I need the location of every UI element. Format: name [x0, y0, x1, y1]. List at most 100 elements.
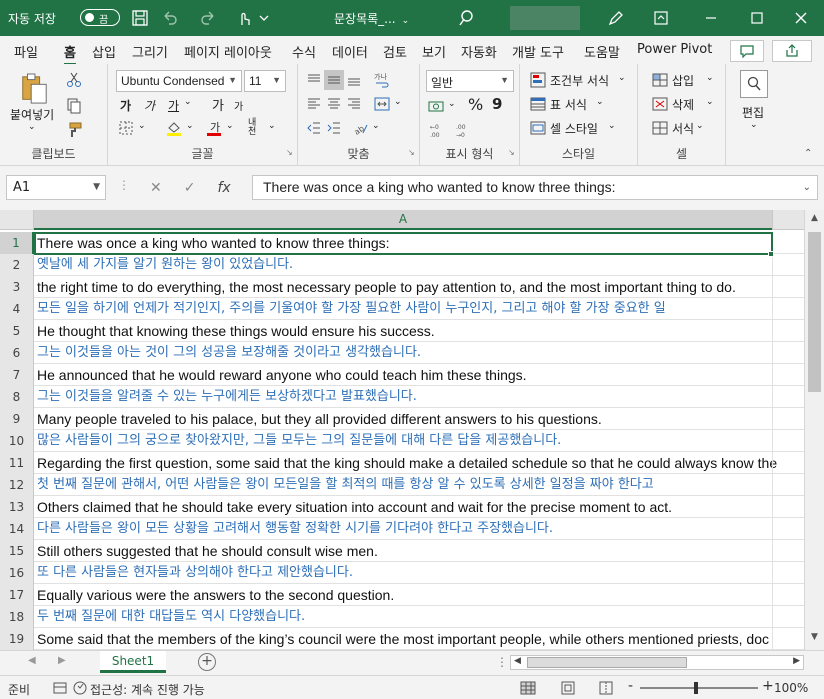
document-title[interactable]: 문장목록_... ⌄ — [334, 10, 409, 27]
row-header[interactable]: 1 — [0, 232, 34, 254]
format-as-table-dropdown-icon[interactable]: ⌄ — [596, 97, 604, 107]
cell-styles-icon[interactable] — [528, 118, 548, 138]
vertical-scroll-thumb[interactable] — [808, 232, 821, 392]
cell-b[interactable] — [772, 540, 773, 562]
grow-font-button[interactable]: 가 — [212, 95, 224, 114]
cell-b[interactable] — [772, 364, 773, 386]
row-header[interactable]: 16 — [0, 562, 34, 584]
cell-b[interactable] — [772, 320, 773, 342]
zoom-slider[interactable] — [640, 682, 758, 694]
cell-a[interactable]: There was once a king who wanted to know… — [37, 232, 804, 254]
increase-indent-icon[interactable] — [324, 118, 344, 138]
confirm-entry-icon[interactable]: ✓ — [184, 180, 196, 196]
tab-draw[interactable]: 그리기 — [132, 42, 168, 61]
formula-input[interactable]: There was once a king who wanted to know… — [252, 175, 818, 200]
tab-help[interactable]: 도움말 — [584, 42, 620, 61]
expand-formula-bar-icon[interactable]: ⌄ — [803, 182, 811, 193]
cell-b[interactable] — [772, 562, 773, 584]
zoom-out-button[interactable]: - — [628, 678, 633, 694]
share-button[interactable] — [772, 40, 812, 62]
merge-center-icon[interactable] — [372, 94, 392, 114]
format-cells-dropdown-icon[interactable]: ⌄ — [696, 121, 704, 131]
cell-b[interactable] — [772, 298, 773, 320]
editing-dropdown-icon[interactable]: ⌄ — [750, 120, 758, 130]
delete-cells-dropdown-icon[interactable]: ⌄ — [706, 97, 714, 107]
cell-a[interactable]: 두 번째 질문에 대한 대답들도 역시 다양했습니다. — [37, 606, 804, 628]
conditional-formatting-icon[interactable] — [528, 70, 548, 90]
editing-label[interactable]: 편집 — [742, 104, 764, 121]
format-as-table-icon[interactable] — [528, 94, 548, 114]
border-icon[interactable] — [116, 118, 136, 138]
delete-cells-icon[interactable] — [650, 94, 670, 114]
paste-label[interactable]: 붙여넣기 — [10, 106, 54, 123]
scroll-left-icon[interactable]: ◀ — [514, 656, 521, 666]
cell-b[interactable] — [772, 584, 773, 606]
cancel-entry-icon[interactable]: ✕ — [150, 180, 162, 196]
row-header[interactable]: 3 — [0, 276, 34, 298]
normal-view-icon[interactable] — [520, 680, 536, 696]
close-icon[interactable] — [786, 6, 816, 30]
comma-style-button[interactable]: 9 — [492, 95, 502, 113]
tab-home[interactable]: 홈 — [64, 42, 76, 66]
cell-b[interactable] — [772, 628, 773, 650]
tab-data[interactable]: 데이터 — [332, 42, 368, 61]
tab-automate[interactable]: 자동화 — [461, 42, 497, 61]
row-header[interactable]: 11 — [0, 452, 34, 474]
row-header[interactable]: 15 — [0, 540, 34, 562]
delete-cells-label[interactable]: 삭제 — [672, 96, 694, 113]
insert-function-icon[interactable]: fx — [217, 180, 230, 196]
zoom-slider-knob[interactable] — [694, 682, 698, 694]
accessibility-icon[interactable] — [72, 680, 88, 696]
next-sheet-icon[interactable]: ▶ — [58, 655, 66, 666]
tab-insert[interactable]: 삽입 — [92, 42, 116, 61]
cell-b[interactable] — [772, 408, 773, 430]
bold-button[interactable]: 가 — [120, 97, 131, 114]
row-header[interactable]: 19 — [0, 628, 34, 650]
cut-icon[interactable] — [64, 70, 84, 90]
row-header[interactable]: 9 — [0, 408, 34, 430]
cell-b[interactable] — [772, 276, 773, 298]
number-dialog-launcher-icon[interactable]: ↘ — [508, 148, 515, 157]
cell-b[interactable] — [772, 496, 773, 518]
align-left-icon[interactable] — [304, 94, 324, 114]
paste-icon[interactable] — [18, 72, 50, 106]
autosave-toggle[interactable]: 끔 — [80, 9, 120, 26]
search-icon[interactable] — [458, 8, 478, 28]
decrease-indent-icon[interactable] — [304, 118, 324, 138]
prev-sheet-icon[interactable]: ◀ — [28, 655, 36, 666]
sheet-tab-sheet1[interactable]: Sheet1 — [100, 651, 166, 673]
phonetic-dropdown-icon[interactable]: ⌄ — [268, 121, 276, 131]
row-header[interactable]: 4 — [0, 298, 34, 320]
touch-mode-icon[interactable] — [234, 8, 254, 28]
tab-view[interactable]: 보기 — [422, 42, 446, 61]
ribbon-display-options-icon[interactable] — [646, 6, 676, 30]
fill-color-icon[interactable] — [164, 118, 184, 138]
row-header[interactable]: 13 — [0, 496, 34, 518]
cell-a[interactable]: He thought that knowing these things wou… — [37, 320, 804, 342]
cell-a[interactable]: 그는 이것들을 아는 것이 그의 성공을 보장해줄 것이라고 생각했습니다. — [37, 342, 804, 364]
row-header[interactable]: 10 — [0, 430, 34, 452]
cell-a[interactable]: Many people traveled to his palace, but … — [37, 408, 804, 430]
minimize-icon[interactable] — [696, 6, 726, 30]
cell-a[interactable]: 또 다른 사람들은 현자들과 상의해야 한다고 제안했습니다. — [37, 562, 804, 584]
accounting-dropdown-icon[interactable]: ⌄ — [448, 99, 456, 109]
orientation-icon[interactable]: ab — [350, 118, 370, 138]
paste-dropdown-icon[interactable]: ⌄ — [28, 122, 36, 132]
scroll-down-icon[interactable]: ▼ — [807, 632, 822, 647]
scroll-right-icon[interactable]: ▶ — [793, 656, 800, 666]
cell-b[interactable] — [772, 518, 773, 540]
decrease-decimal-icon[interactable]: .00 →0 — [454, 120, 474, 140]
cell-a[interactable]: Others claimed that he should take every… — [37, 496, 804, 518]
accounting-format-icon[interactable] — [426, 96, 446, 116]
cell-styles-dropdown-icon[interactable]: ⌄ — [608, 121, 616, 131]
format-cells-icon[interactable] — [650, 118, 670, 138]
cell-a[interactable]: Still others suggested that he should co… — [37, 540, 804, 562]
fill-color-dropdown-icon[interactable]: ⌄ — [186, 121, 194, 131]
zoom-level[interactable]: 100% — [774, 681, 808, 695]
tab-page-layout[interactable]: 페이지 레이아웃 — [184, 42, 272, 61]
horizontal-scrollbar[interactable]: ◀ ▶ — [510, 655, 804, 670]
row-header[interactable]: 7 — [0, 364, 34, 386]
merge-dropdown-icon[interactable]: ⌄ — [394, 97, 402, 107]
cell-a[interactable]: 그는 이것들을 알려줄 수 있는 누구에게든 보상하겠다고 발표했습니다. — [37, 386, 804, 408]
conditional-formatting-label[interactable]: 조건부 서식 — [550, 72, 609, 89]
